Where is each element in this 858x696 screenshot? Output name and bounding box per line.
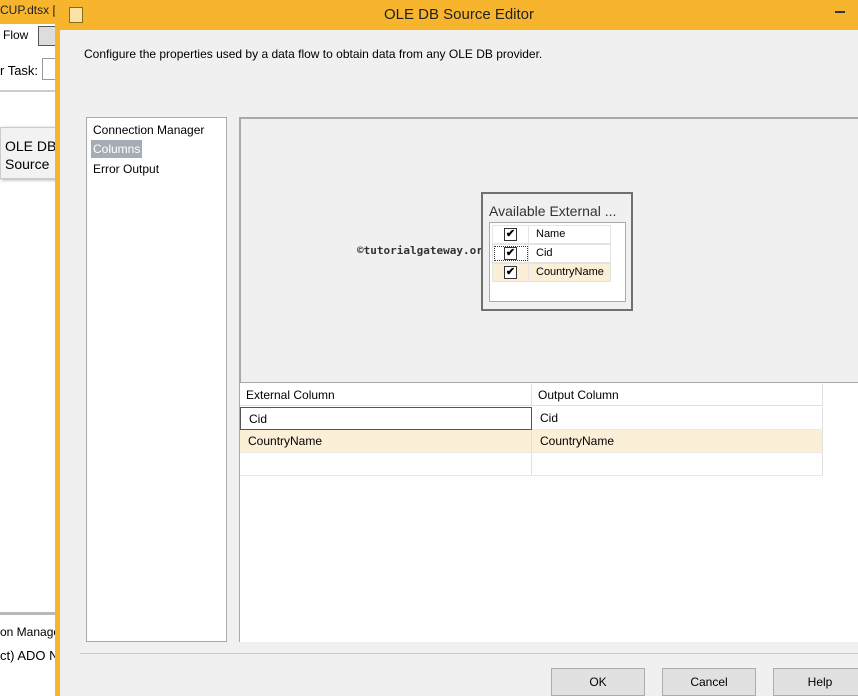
grid-cell-external-column[interactable]: Cid [240,407,532,430]
grid-cell-external-column[interactable]: CountryName [240,430,532,453]
grid-cell-new-row[interactable] [532,453,823,476]
nav-item-error-output[interactable]: Error Output [91,160,161,178]
checkbox-cell: ✔ [493,226,529,243]
external-column-row[interactable]: ✔ CountryName [492,263,611,282]
dialog-titlebar[interactable]: OLE DB Source Editor [60,0,858,30]
grid-header-output-column[interactable]: Output Column [532,384,823,406]
page-navigation-list: Connection Manager Columns Error Output [86,117,227,642]
connection-managers-panel: on Manage ct) ADO N [0,612,60,696]
background-app: CUP.dtsx [D Flow r Task: OLE DB Source o… [0,0,60,696]
connection-manager-item[interactable]: ct) ADO N [0,648,59,663]
external-column-label: Cid [536,247,553,259]
connection-managers-header: on Manage [0,625,60,639]
ole-db-source-editor-dialog: OLE DB Source Editor Configure the prope… [55,0,858,696]
background-flow-tab[interactable]: Flow [3,28,28,42]
background-divider [0,90,60,92]
component-label-line2: Source [5,156,50,172]
check-icon[interactable]: ✔ [504,247,517,260]
background-doc-tab[interactable]: CUP.dtsx [D [0,3,60,17]
ole-db-source-component[interactable]: OLE DB Source [0,127,60,179]
cancel-button[interactable]: Cancel [662,668,756,696]
grid-cell-output-column[interactable]: Cid [532,407,823,430]
nav-item-columns[interactable]: Columns [91,140,143,158]
external-column-label: Name [536,228,566,240]
external-column-row[interactable]: ✔ Name [492,225,611,244]
dialog-title: OLE DB Source Editor [383,6,535,23]
ok-button[interactable]: OK [551,668,645,696]
available-columns-designer: ©tutorialgateway.org Available External … [240,118,858,383]
minimize-button[interactable] [826,0,854,22]
background-task-label: r Task: [0,63,39,78]
external-column-label: CountryName [536,266,604,278]
nav-item-connection-manager[interactable]: Connection Manager [91,121,206,139]
columns-page: ©tutorialgateway.org Available External … [239,117,858,642]
component-label-line1: OLE DB [5,138,57,154]
help-button[interactable]: Help [773,668,858,696]
minimize-icon [835,11,845,13]
available-external-columns-table[interactable]: Available External ... ✔ Name ✔ Cid ✔ Co… [481,192,633,311]
grid-header-external-column[interactable]: External Column [240,384,532,406]
dialog-description: Configure the properties used by a data … [84,47,543,61]
checkbox-cell: ✔ [493,264,529,281]
available-external-columns-list: ✔ Name ✔ Cid ✔ CountryName [489,222,626,302]
grid-cell-output-column[interactable]: CountryName [532,430,823,453]
grid-cell-new-row[interactable] [240,453,532,476]
checkbox-cell: ✔ [493,245,529,262]
external-column-row[interactable]: ✔ Cid [492,244,611,263]
check-icon[interactable]: ✔ [504,266,517,279]
watermark-text: ©tutorialgateway.org [357,244,490,257]
check-icon[interactable]: ✔ [504,228,517,241]
button-bar-divider [80,653,858,654]
available-external-columns-title: Available External ... [489,203,617,219]
background-titlebar: CUP.dtsx [D [0,0,60,24]
